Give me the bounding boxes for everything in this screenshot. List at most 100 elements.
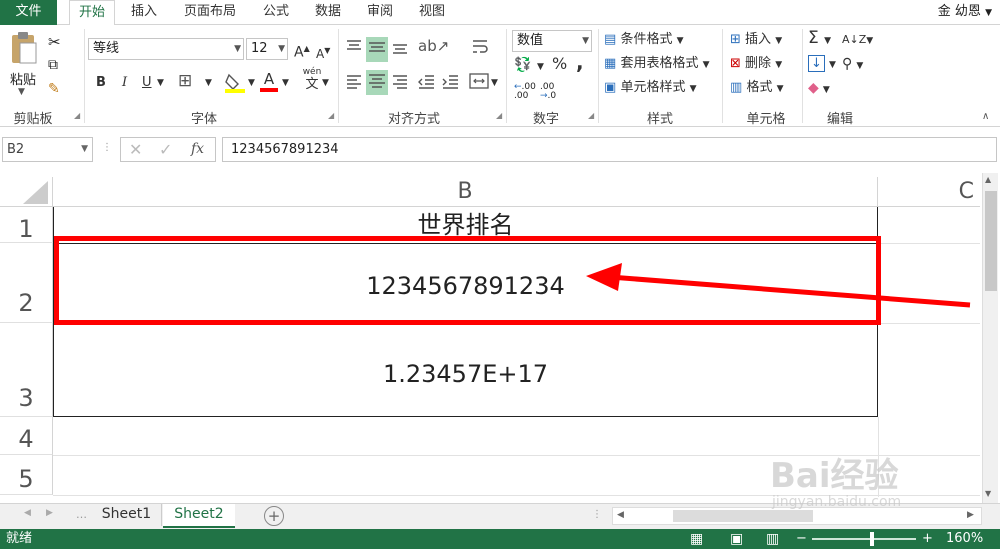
chevron-down-icon[interactable]: ▼ bbox=[18, 87, 25, 97]
formula-input[interactable]: 1234567891234 bbox=[222, 137, 997, 162]
row-header-1[interactable]: 1 bbox=[0, 207, 53, 243]
row-header-5[interactable]: 5 bbox=[0, 455, 53, 495]
comma-button[interactable]: , bbox=[576, 52, 584, 72]
tab-file[interactable]: 文件 bbox=[0, 0, 57, 25]
scroll-thumb[interactable] bbox=[985, 191, 997, 291]
page-layout-view-icon[interactable]: ▣ bbox=[730, 529, 743, 549]
row-header-4[interactable]: 4 bbox=[0, 417, 53, 455]
tab-view[interactable]: 视图 bbox=[410, 0, 454, 25]
bold-button[interactable]: B bbox=[96, 74, 106, 92]
increase-indent-icon[interactable] bbox=[440, 72, 460, 95]
format-cells-button[interactable]: ▥ 格式 ▼ bbox=[730, 79, 784, 98]
format-as-table-button[interactable]: ▦ 套用表格格式 ▼ bbox=[604, 55, 710, 74]
wrap-text-icon[interactable] bbox=[470, 37, 490, 60]
autosum-button[interactable]: Σ ▼ bbox=[808, 29, 831, 50]
chevron-down-icon[interactable]: ▼ bbox=[537, 58, 544, 76]
normal-view-icon[interactable]: ▦ bbox=[690, 529, 703, 549]
next-sheet-icon[interactable]: ▶ bbox=[46, 508, 53, 518]
delete-cells-button[interactable]: ⊠ 删除 ▼ bbox=[730, 55, 782, 74]
align-left-icon[interactable] bbox=[344, 72, 364, 95]
tab-page-layout[interactable]: 页面布局 bbox=[174, 0, 246, 25]
merge-center-icon[interactable] bbox=[468, 71, 490, 94]
font-color-button[interactable]: A bbox=[260, 70, 278, 92]
column-header-b[interactable]: B bbox=[53, 177, 878, 207]
currency-icon[interactable]: 💱 bbox=[514, 57, 531, 73]
user-account[interactable]: 金 幼恩 ▼ bbox=[938, 0, 1000, 25]
insert-function-button[interactable]: fx bbox=[191, 141, 204, 157]
name-box[interactable]: B2 ▼ bbox=[2, 137, 93, 162]
launcher-icon[interactable]: ◢ bbox=[588, 111, 594, 120]
page-break-view-icon[interactable]: ▥ bbox=[766, 529, 779, 549]
tab-insert[interactable]: 插入 bbox=[122, 0, 166, 25]
chevron-down-icon[interactable]: ▼ bbox=[205, 74, 212, 92]
scroll-down-icon[interactable]: ▼ bbox=[985, 489, 991, 498]
chevron-down-icon[interactable]: ▼ bbox=[157, 74, 164, 92]
top-align-icon[interactable] bbox=[344, 37, 364, 60]
percent-button[interactable]: % bbox=[552, 55, 567, 73]
row-header-2[interactable]: 2 bbox=[0, 243, 53, 323]
paste-icon[interactable] bbox=[8, 31, 40, 69]
prev-sheet-icon[interactable]: ◀ bbox=[24, 508, 31, 518]
select-all-button[interactable] bbox=[0, 177, 53, 207]
bottom-align-icon[interactable] bbox=[390, 37, 410, 60]
cell-styles-button[interactable]: ▣ 单元格样式 ▼ bbox=[604, 79, 697, 98]
ellipsis-icon[interactable]: … bbox=[76, 508, 87, 521]
fill-button[interactable]: ↓ ▼ bbox=[808, 55, 836, 74]
zoom-level[interactable]: 160% bbox=[946, 529, 983, 549]
cancel-icon[interactable]: ✕ bbox=[129, 140, 142, 159]
zoom-slider-thumb[interactable] bbox=[870, 532, 874, 546]
paste-button[interactable]: 粘贴 bbox=[10, 69, 36, 88]
chevron-down-icon[interactable]: ▼ bbox=[491, 74, 498, 92]
tab-home[interactable]: 开始 bbox=[69, 0, 115, 26]
decrease-indent-icon[interactable] bbox=[416, 72, 436, 95]
scroll-left-icon[interactable]: ◀ bbox=[617, 510, 624, 520]
sheet-tab-sheet1[interactable]: Sheet1 bbox=[92, 504, 162, 526]
tab-formulas[interactable]: 公式 bbox=[254, 0, 298, 25]
chevron-down-icon[interactable]: ▼ bbox=[322, 74, 329, 92]
horizontal-scrollbar[interactable]: ◀ ▶ bbox=[612, 507, 982, 525]
chevron-down-icon[interactable]: ▼ bbox=[248, 74, 255, 92]
find-select-button[interactable]: ⚲ ▼ bbox=[842, 55, 863, 75]
launcher-icon[interactable]: ◢ bbox=[74, 111, 80, 120]
chevron-down-icon[interactable]: ▼ bbox=[282, 74, 289, 92]
check-icon[interactable]: ✓ bbox=[159, 140, 172, 159]
sort-filter-button[interactable]: A↓Z▼ bbox=[842, 31, 873, 50]
number-format-select[interactable]: 数值 ▼ bbox=[512, 30, 592, 52]
tab-review[interactable]: 审阅 bbox=[358, 0, 402, 25]
ellipsis-icon[interactable]: ⋮ bbox=[592, 509, 602, 520]
resize-handle-icon[interactable]: ⋮ bbox=[102, 142, 112, 153]
format-painter-icon[interactable]: ✎ bbox=[48, 81, 60, 97]
insert-cells-button[interactable]: ⊞ 插入 ▼ bbox=[730, 31, 782, 50]
align-center-icon[interactable] bbox=[366, 70, 388, 95]
fill-color-icon[interactable] bbox=[224, 71, 246, 99]
row-header-3[interactable]: 3 bbox=[0, 323, 53, 417]
launcher-icon[interactable]: ◢ bbox=[328, 111, 334, 120]
underline-button[interactable]: U bbox=[142, 74, 152, 92]
add-sheet-icon[interactable]: + bbox=[264, 506, 284, 526]
collapse-ribbon-icon[interactable]: ∧ bbox=[982, 111, 989, 122]
middle-align-icon[interactable] bbox=[366, 37, 388, 62]
sheet-tab-sheet2[interactable]: Sheet2 bbox=[163, 504, 235, 528]
scroll-right-icon[interactable]: ▶ bbox=[967, 510, 974, 520]
scroll-thumb[interactable] bbox=[673, 510, 813, 522]
increase-decimal-button[interactable]: ←.00.00 bbox=[514, 83, 536, 101]
cut-icon[interactable]: ✂ bbox=[48, 33, 61, 51]
decrease-decimal-button[interactable]: .00 →.0 bbox=[540, 83, 556, 101]
clear-button[interactable]: ◆ ▼ bbox=[808, 79, 830, 99]
shrink-font-button[interactable]: A▼ bbox=[316, 42, 330, 63]
cell-b3[interactable]: 1.23457E+17 bbox=[53, 357, 878, 391]
scroll-up-icon[interactable]: ▲ bbox=[985, 175, 991, 184]
copy-icon[interactable]: ⧉ bbox=[48, 57, 58, 73]
align-right-icon[interactable] bbox=[390, 72, 410, 95]
font-name-select[interactable]: 等线 ▼ bbox=[88, 38, 244, 60]
launcher-icon[interactable]: ◢ bbox=[496, 111, 502, 120]
conditional-format-button[interactable]: ▤ 条件格式 ▼ bbox=[604, 31, 684, 50]
zoom-in-icon[interactable]: + bbox=[922, 529, 933, 549]
border-icon[interactable]: ⊞ bbox=[178, 72, 192, 90]
phonetic-guide-button[interactable]: wén 文 bbox=[302, 67, 322, 93]
zoom-slider[interactable] bbox=[812, 538, 916, 540]
column-header-c[interactable]: C bbox=[878, 177, 980, 207]
italic-button[interactable]: I bbox=[122, 74, 127, 92]
font-size-select[interactable]: 12 ▼ bbox=[246, 38, 288, 60]
vertical-scrollbar[interactable]: ▲ ▼ bbox=[982, 173, 998, 503]
